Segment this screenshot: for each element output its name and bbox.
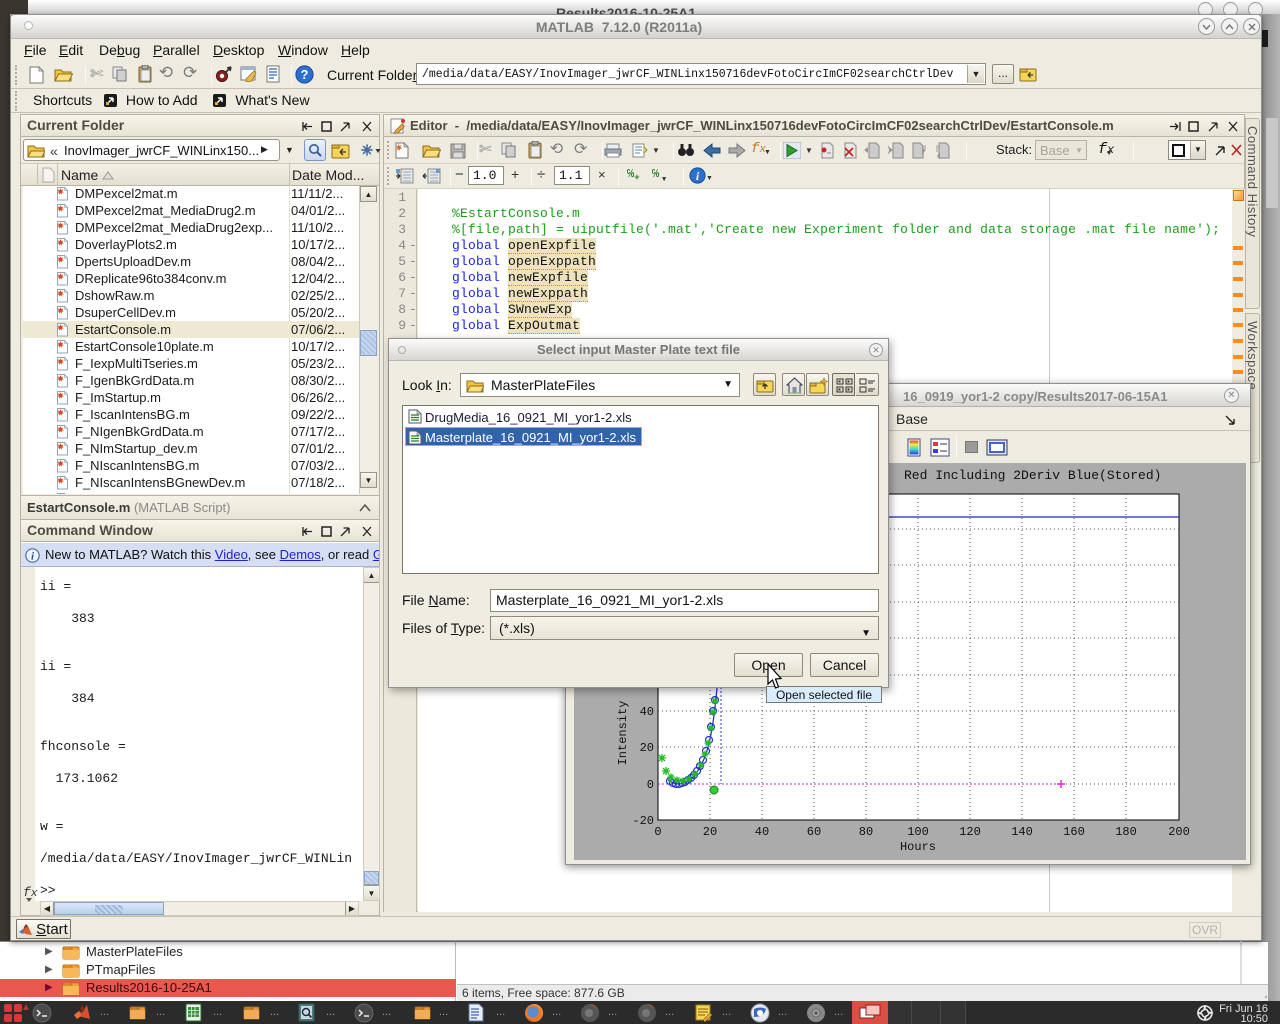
svg-text:Intensity: Intensity bbox=[616, 701, 630, 766]
svg-text:20: 20 bbox=[640, 741, 654, 755]
svg-text:Red Including 2Deriv Blue(Stor: Red Including 2Deriv Blue(Stored) bbox=[904, 468, 1161, 483]
svg-text:0: 0 bbox=[654, 825, 661, 839]
svg-text:60: 60 bbox=[807, 825, 821, 839]
svg-text:100: 100 bbox=[907, 825, 929, 839]
svg-text:Hours: Hours bbox=[900, 840, 936, 854]
svg-text:20: 20 bbox=[703, 825, 717, 839]
svg-text:120: 120 bbox=[959, 825, 981, 839]
svg-text:80: 80 bbox=[859, 825, 873, 839]
svg-text:-20: -20 bbox=[632, 814, 654, 828]
svg-text:140: 140 bbox=[1011, 825, 1033, 839]
svg-text:160: 160 bbox=[1063, 825, 1085, 839]
svg-text:200: 200 bbox=[1168, 825, 1190, 839]
svg-text:40: 40 bbox=[640, 705, 654, 719]
svg-text:180: 180 bbox=[1115, 825, 1137, 839]
svg-text:?: ? bbox=[301, 67, 309, 82]
svg-text:40: 40 bbox=[755, 825, 769, 839]
svg-text:0: 0 bbox=[647, 778, 654, 792]
